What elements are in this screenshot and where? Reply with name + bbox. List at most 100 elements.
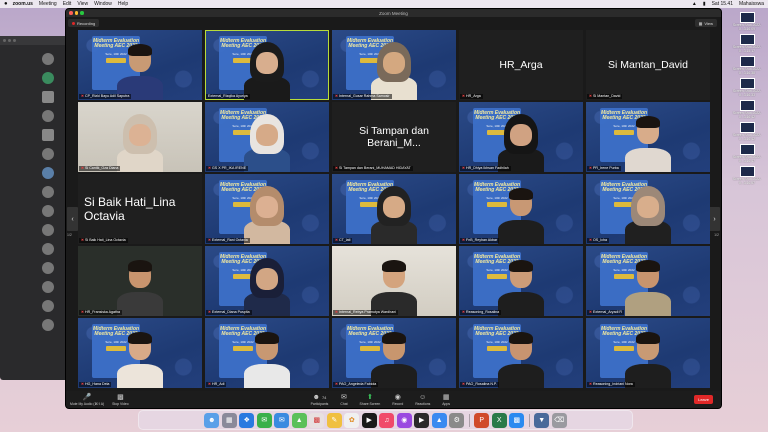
video-tile-active-speaker[interactable]: Midterm Evaluation Meeting AEC 2022 Sore,…	[205, 30, 329, 100]
avatar	[42, 53, 54, 65]
battery-icon[interactable]: ▮	[703, 1, 706, 7]
video-tile[interactable]: ✖ HR_Fransiska Agatha	[78, 246, 202, 316]
video-tile[interactable]: Midterm Evaluation Meeting AEC 2022 Sore,…	[205, 246, 329, 316]
mic-muted-icon: ✖	[208, 166, 212, 170]
video-tile[interactable]: HR_Arga ✖ HR_Arga	[459, 30, 583, 100]
app-store-icon[interactable]: ▲	[431, 412, 447, 428]
video-tile[interactable]: Si Baik Hati_Lina Octavia ✖ Si Baik Hati_…	[78, 174, 202, 244]
desktop-file-label: Screen Shot 2022-0...3.16.33	[732, 89, 762, 97]
apps-button[interactable]: ▦ Apps	[442, 394, 450, 406]
participant-name: Reasoning_Rosalina	[466, 310, 500, 314]
menu-view[interactable]: View	[77, 1, 88, 7]
desktop-file[interactable]: Screen Shot 2022-0...3.16.42	[730, 100, 764, 119]
video-tile[interactable]: Midterm Evaluation Meeting AEC 2022 Sore,…	[586, 174, 710, 244]
participant-name-label: ✖ External_Rani Octavia	[206, 238, 250, 243]
chat-button[interactable]: ✉ Chat	[340, 394, 347, 406]
menu-zoom[interactable]: zoom.us	[13, 1, 33, 7]
system-preferences-icon[interactable]: ⚙	[449, 412, 465, 428]
video-tile[interactable]: Midterm Evaluation Meeting AEC 2022 Sore,…	[332, 318, 456, 388]
launchpad-icon[interactable]: ▦	[221, 412, 237, 428]
menu-meeting[interactable]: Meeting	[39, 1, 57, 7]
desktop-file[interactable]: Screen Shot 2022-0...3.16.09	[730, 12, 764, 31]
mic-muted-icon: ✖	[208, 382, 212, 386]
clock[interactable]: Sat 15.41	[712, 1, 733, 7]
minimize-window-icon[interactable]	[74, 11, 78, 15]
desktop-file[interactable]: Screen Shot 2022-0...3.16.38	[730, 56, 764, 75]
desktop-file[interactable]: Screen Shot 2022-0...3.16.57	[730, 166, 764, 185]
desktop-file[interactable]: Screen Shot 2022-0...3.16.47	[730, 144, 764, 163]
previous-page-button[interactable]: ‹	[67, 207, 78, 231]
participant-name: PR_Irene Purba	[593, 166, 619, 170]
video-tile[interactable]: Si Mantan_David ✖ Si Mantan_David	[586, 30, 710, 100]
video-tile[interactable]: Midterm Evaluation Meeting AEC 2022 Sore,…	[459, 246, 583, 316]
tv-icon[interactable]: ▶	[361, 412, 377, 428]
video-tile[interactable]: Midterm Evaluation Meeting AEC 2022 Sore,…	[459, 102, 583, 172]
video-tile[interactable]: Midterm Evaluation Meeting AEC 2022 Sore,…	[586, 318, 710, 388]
video-tile[interactable]: Midterm Evaluation Meeting AEC 2022 Sore,…	[459, 318, 583, 388]
view-button[interactable]: ▦ View	[694, 19, 717, 27]
video-tile[interactable]: Midterm Evaluation Meeting AEC 2022 Sore,…	[78, 318, 202, 388]
close-window-icon[interactable]	[69, 11, 73, 15]
participant-name: Internal_Rebya Pramutya Wardhani	[339, 310, 397, 314]
maps-icon[interactable]: ▲	[291, 412, 307, 428]
powerpoint-icon[interactable]: P	[474, 412, 490, 428]
record-button[interactable]: ◉ Record	[392, 394, 403, 406]
photos-icon[interactable]: ✿	[344, 412, 360, 428]
video-tile[interactable]: ✖ Si Cantik_Oza Diana	[78, 102, 202, 172]
grid-icon: ▦	[698, 20, 703, 26]
video-tile[interactable]: Midterm Evaluation Meeting AEC 2022 Sore,…	[332, 30, 456, 100]
zoom-icon[interactable]: ▩	[509, 412, 525, 428]
safari-icon[interactable]: ❖	[239, 412, 255, 428]
video-tile[interactable]: Midterm Evaluation Meeting AEC 2022 Sore,…	[78, 30, 202, 100]
stop-video-button[interactable]: ▩ Stop Video	[112, 394, 129, 406]
mic-muted-icon: ✖	[81, 382, 85, 386]
desktop-file[interactable]: Screen Shot 2022-0...3.16.33	[730, 78, 764, 97]
participants-button[interactable]: ☻ 74 Participants	[311, 394, 329, 406]
desktop-file[interactable]: Screen Shot 2022-0...3.16.42	[730, 122, 764, 141]
share-screen-button[interactable]: ⬆ Share Screen	[360, 394, 381, 406]
calendar-icon[interactable]: ▩	[309, 412, 325, 428]
music-icon[interactable]: ♫	[379, 412, 395, 428]
excel-icon[interactable]: X	[491, 412, 507, 428]
user-name[interactable]: Mahaisswa	[739, 1, 764, 7]
video-tile[interactable]: Midterm Evaluation Meeting AEC 2022 Sore,…	[586, 102, 710, 172]
mail-icon[interactable]: ✉	[274, 412, 290, 428]
recording-indicator[interactable]: Recording	[68, 19, 100, 27]
video-tile[interactable]: Midterm Evaluation Meeting AEC 2022 Sore,…	[586, 246, 710, 316]
menu-edit[interactable]: Edit	[63, 1, 72, 7]
messages-icon[interactable]: ✉	[256, 412, 272, 428]
chevron-right-icon: ›	[713, 215, 716, 223]
participant-name-label: ✖ GS X PR_IKA IRENE	[206, 166, 249, 171]
participants-count: 74	[321, 394, 327, 400]
background-window[interactable]	[0, 36, 66, 380]
zoom-window[interactable]: Zoom Meeting Recording ▦ View ‹ › 1/2 1/…	[65, 8, 722, 409]
next-page-button[interactable]: ›	[709, 207, 720, 231]
video-tile[interactable]: ✖ Internal_Rebya Pramutya Wardhani	[332, 246, 456, 316]
video-tile[interactable]: Midterm Evaluation Meeting AEC 2022 Sore,…	[205, 318, 329, 388]
participant-name-label: ✖ CT_lati	[333, 238, 353, 243]
video-tile[interactable]: Midterm Evaluation Meeting AEC 2022 Sore,…	[332, 174, 456, 244]
wifi-icon[interactable]: ▲	[692, 1, 697, 7]
trash-icon[interactable]: ⌫	[551, 412, 567, 428]
mic-muted-icon: ✖	[589, 238, 593, 242]
participant-name-label: ✖ Internal_Rebya Pramutya Wardhani	[333, 310, 399, 315]
podcasts-icon[interactable]: ◉	[396, 412, 412, 428]
video-tile[interactable]: Midterm Evaluation Meeting AEC 2022 Sore,…	[205, 102, 329, 172]
menu-window[interactable]: Window	[94, 1, 112, 7]
leave-button[interactable]: Leave	[694, 395, 713, 404]
downloads-folder-icon[interactable]: ▼	[534, 412, 550, 428]
reactions-button[interactable]: ☺ Reactions	[415, 394, 430, 406]
participant-name: Reasoning_Indriani Nora	[593, 382, 633, 386]
apple-icon[interactable]: ●	[4, 1, 8, 7]
video-tile[interactable]: Midterm Evaluation Meeting AEC 2022 Sore,…	[459, 174, 583, 244]
notes-icon[interactable]: ✎	[326, 412, 342, 428]
menu-help[interactable]: Help	[118, 1, 128, 7]
desktop-file[interactable]: Screen Shot 2022-0...3.15.17	[730, 34, 764, 53]
video-tile[interactable]: Midterm Evaluation Meeting AEC 2022 Sore,…	[205, 174, 329, 244]
video-tile[interactable]: Si Tampan dan Berani_M... ✖ Si Tampan dan…	[332, 102, 456, 172]
apple-tv-icon[interactable]: ▶	[414, 412, 430, 428]
maximize-window-icon[interactable]	[80, 11, 84, 15]
finder-icon[interactable]: ☻	[204, 412, 220, 428]
mute-button[interactable]: 🎤 Mute My Audio (⌘⇧A)	[70, 394, 104, 406]
participant-video	[117, 258, 163, 316]
